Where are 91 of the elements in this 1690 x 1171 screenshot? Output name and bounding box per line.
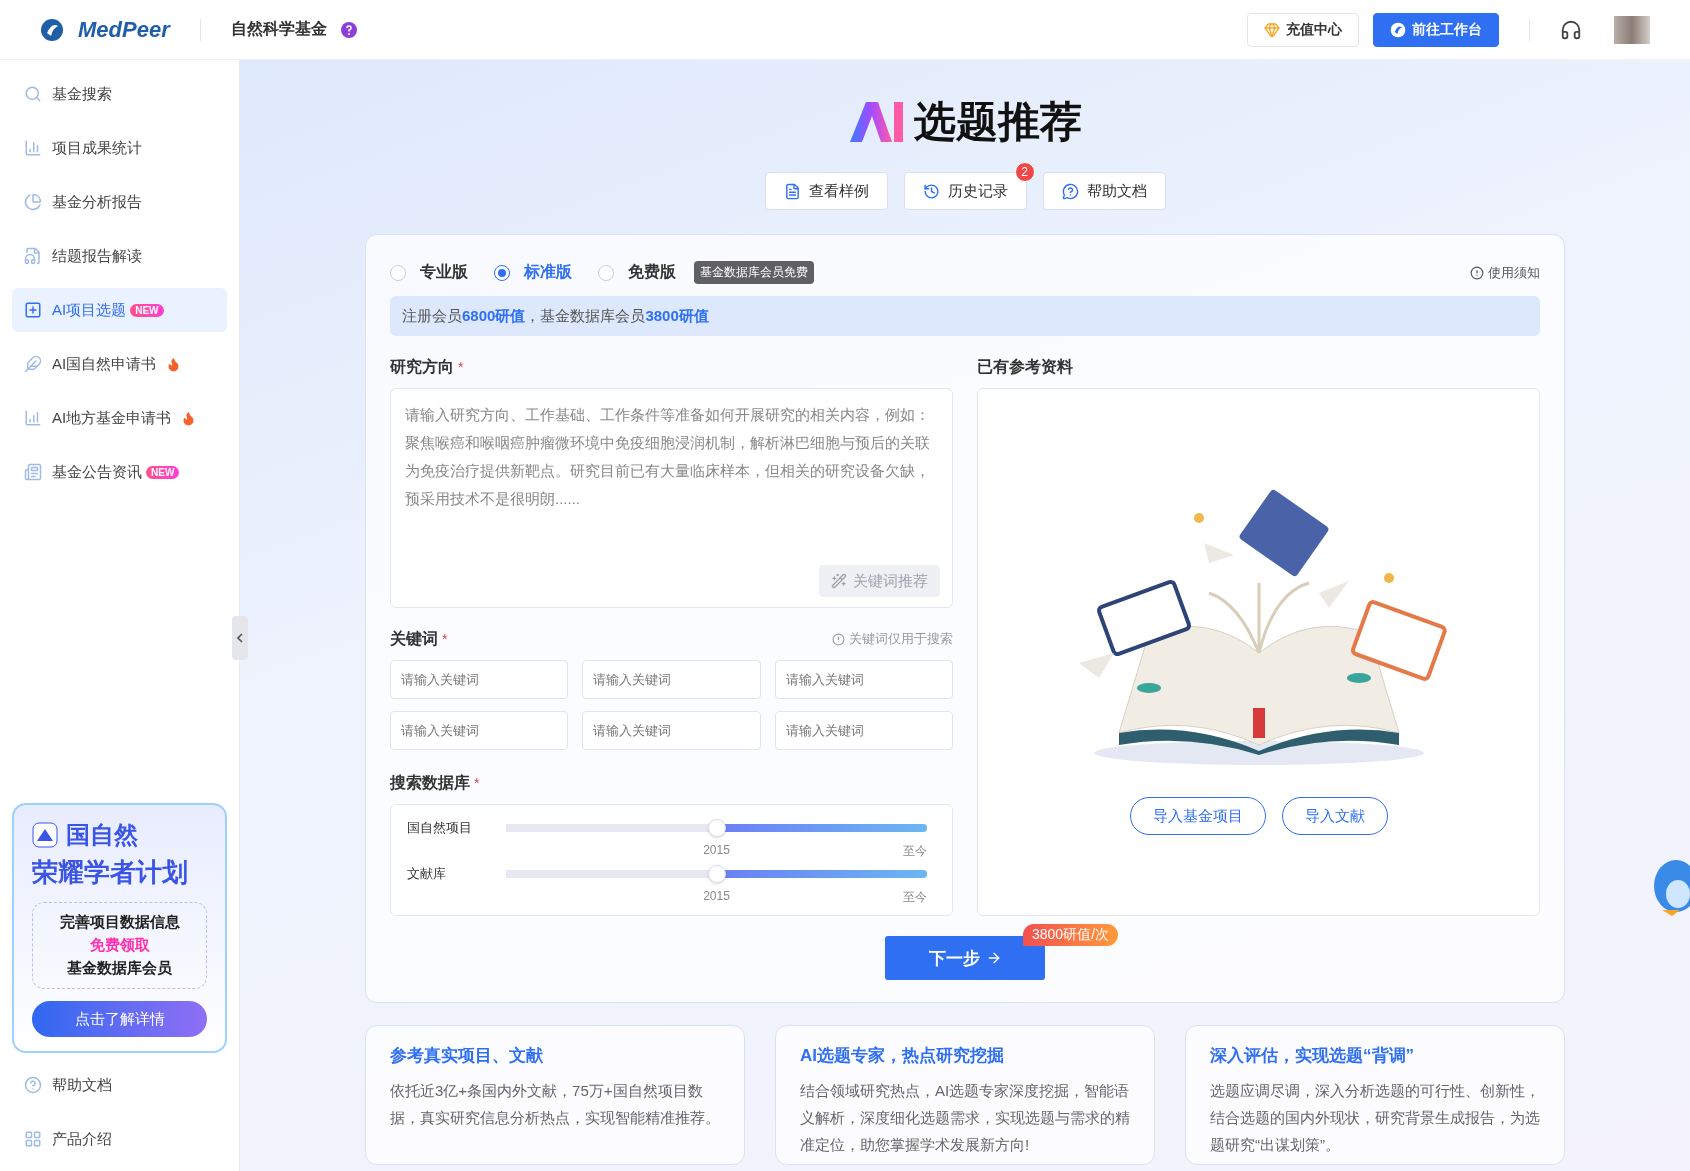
promo-card[interactable]: 国自然 荣耀学者计划 完善项目数据信息 免费领取 基金数据库会员 点击了解详情 <box>12 803 227 1053</box>
sidebar-item[interactable]: 基金公告资讯 NEW <box>12 450 227 494</box>
support-icon[interactable] <box>1560 18 1582 41</box>
menu-icon <box>24 463 42 481</box>
radio-label[interactable]: 专业版 <box>420 262 468 283</box>
promo-brand: 国自然 <box>66 820 138 850</box>
help-icon[interactable] <box>340 21 357 38</box>
feature-title: AI选题专家，热点研究挖掘 <box>800 1045 1005 1067</box>
slider-end-label: 至今 <box>903 889 927 906</box>
price-badge: 3800研值/次 <box>1023 924 1119 946</box>
keyword-field[interactable]: 请输入关键词 <box>582 711 761 750</box>
menu-icon <box>24 247 42 265</box>
slider-label: 文献库 <box>407 865 447 883</box>
sidebar-item[interactable]: AI项目选题 NEW <box>12 288 227 332</box>
radio-label[interactable]: 免费版 <box>628 262 676 283</box>
info-icon <box>832 632 845 646</box>
promo-text: 基金数据库会员 <box>67 959 172 978</box>
sidebar-item[interactable]: AI国自然申请书 <box>12 342 227 386</box>
keyword-field[interactable]: 请输入关键词 <box>582 660 761 699</box>
required-mark: * <box>442 631 448 647</box>
feature-title: 参考真实项目、文献 <box>390 1045 544 1067</box>
feature-text: 结合领域研究热点，AI选题专家深度挖掘，智能语义解析，深度细化选题需求，实现选题与需求的精准定位，助您掌握学术发展新方向! <box>800 1081 1130 1155</box>
required-mark: * <box>458 359 464 375</box>
price-text: 注册会员6800研值，基金数据库会员3800研值 <box>402 306 709 326</box>
keyword-field[interactable]: 请输入关键词 <box>390 660 569 699</box>
info-icon <box>1470 265 1484 280</box>
promo-title: 荣耀学者计划 <box>32 856 188 889</box>
radio-button[interactable] <box>494 264 510 281</box>
chevron-icon <box>237 633 243 643</box>
field-label: 研究方向 <box>390 356 454 377</box>
count-badge: 2 <box>1014 162 1035 182</box>
feature-text: 依托近3亿+条国内外文献，75万+国自然项目数据，真实研究信息分析热点，实现智能精准推荐。 <box>390 1081 720 1128</box>
action-icon <box>1061 182 1079 200</box>
radio-label[interactable]: 标准版 <box>524 262 572 283</box>
field-label: 搜索数据库 <box>390 772 470 793</box>
menu-icon <box>24 1076 42 1094</box>
magic-wand-icon <box>831 573 847 589</box>
gem-icon <box>1264 21 1280 38</box>
sidebar-item[interactable]: 结题报告解读 <box>12 234 227 278</box>
sidebar-item[interactable]: 产品介绍 <box>12 1117 227 1161</box>
menu-icon <box>24 1130 42 1148</box>
page-title: 选题推荐 <box>914 97 1082 147</box>
details-button[interactable]: 点击了解详情 <box>32 1001 207 1037</box>
free-tag: 基金数据库会员免费 <box>694 261 814 284</box>
new-badge: NEW <box>130 303 164 317</box>
menu-icon <box>24 355 42 373</box>
feature-title: 深入评估，实现选题“背调” <box>1210 1045 1415 1067</box>
promo-text: 完善项目数据信息 <box>59 913 180 932</box>
keyword-field[interactable]: 请输入关键词 <box>774 660 953 699</box>
logo: MedPeer <box>78 16 170 43</box>
menu-icon <box>24 409 42 427</box>
section-title: 自然科学基金 <box>230 19 327 39</box>
promo-text: 免费领取 <box>89 936 150 955</box>
slider-handle[interactable] <box>707 819 726 837</box>
slider-value: 2015 <box>703 889 730 903</box>
sidebar-item[interactable]: 项目成果统计 <box>12 126 227 170</box>
avatar[interactable] <box>1614 15 1650 44</box>
action-button[interactable]: 帮助文档 <box>1042 172 1166 210</box>
notice-link[interactable]: 使用须知 <box>1470 263 1540 282</box>
slider-handle[interactable] <box>707 865 726 883</box>
menu-icon <box>24 139 42 157</box>
menu-icon <box>24 193 42 211</box>
new-badge: NEW <box>146 465 180 479</box>
action-icon <box>783 182 801 200</box>
logo-icon <box>40 17 64 42</box>
sidebar-item[interactable]: AI地方基金申请书 <box>12 396 227 440</box>
import-button[interactable]: 导入文献 <box>1281 797 1388 835</box>
hint-text: 关键词仅用于搜索 <box>849 630 953 648</box>
emblem-icon <box>32 822 58 848</box>
keyword-field[interactable]: 请输入关键词 <box>390 711 569 750</box>
slider-label: 国自然项目 <box>407 819 473 837</box>
collapse-button[interactable] <box>232 616 248 660</box>
ai-logo-icon <box>848 100 904 144</box>
slider-end-label: 至今 <box>903 843 927 860</box>
import-button[interactable]: 导入基金项目 <box>1129 797 1266 835</box>
sidebar-item[interactable]: 帮助文档 <box>12 1063 227 1107</box>
logo-icon <box>1390 21 1406 38</box>
action-button[interactable]: 查看样例 <box>764 172 888 210</box>
required-mark: * <box>474 775 480 791</box>
recharge-button[interactable]: 充值中心 <box>1247 12 1359 47</box>
menu-icon <box>24 301 42 319</box>
field-label: 已有参考资料 <box>977 356 1073 377</box>
sidebar-item[interactable]: 基金搜索 <box>12 72 227 116</box>
action-icon <box>922 182 940 200</box>
feature-text: 选题应调尽调，深入分析选题的可行性、创新性，结合选题的国内外现状，研究背景生成报告，为选题研究“出谋划策”。 <box>1210 1081 1540 1155</box>
slider-value: 2015 <box>703 843 730 857</box>
field-label: 关键词 <box>390 628 438 649</box>
menu-icon <box>24 85 42 103</box>
workbench-button[interactable]: 前往工作台 <box>1373 12 1499 47</box>
keyword-field[interactable]: 请输入关键词 <box>774 711 953 750</box>
sidebar-item[interactable]: 基金分析报告 <box>12 180 227 224</box>
